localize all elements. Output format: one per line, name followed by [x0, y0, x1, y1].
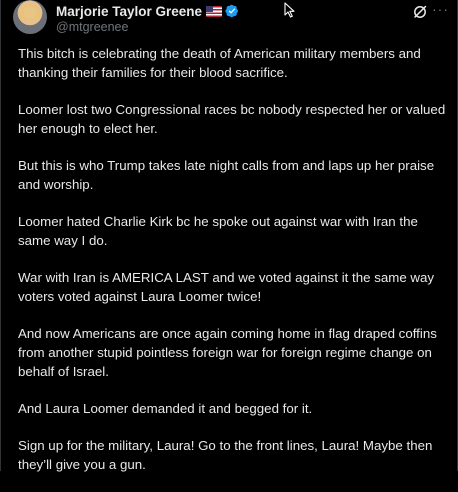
tweet-header: Marjorie Taylor Greene @mtgreenee ···: [1, 0, 458, 40]
tweet-paragraph: This bitch is celebrating the death of A…: [18, 46, 421, 80]
tweet-paragraph: Loomer hated Charlie Kirk bc he spoke ou…: [18, 214, 418, 248]
tweet-text: This bitch is celebrating the death of A…: [18, 44, 448, 492]
grok-icon[interactable]: [412, 4, 428, 20]
tweet-paragraph: Sign up for the military, Laura! Go to t…: [18, 438, 433, 472]
mouse-cursor-icon: [284, 2, 295, 18]
tweet-paragraph: And now Americans are once again coming …: [18, 326, 437, 379]
author-handle[interactable]: @mtgreenee: [56, 20, 128, 34]
tweet-paragraph: And Laura Loomer demanded it and begged …: [18, 401, 313, 416]
avatar[interactable]: [13, 0, 47, 34]
more-options-icon[interactable]: ···: [432, 2, 449, 16]
tweet-paragraph: But this is who Trump takes late night c…: [18, 158, 435, 192]
avatar-hair: [19, 4, 41, 20]
tweet-paragraph: War with Iran is AMERICA LAST and we vot…: [18, 270, 435, 304]
flag-us-icon: [206, 5, 223, 17]
verified-badge-icon: [225, 4, 239, 18]
author-display-name[interactable]: Marjorie Taylor Greene: [56, 4, 202, 19]
tweet-paragraph: Loomer lost two Congressional races bc n…: [18, 102, 446, 136]
tweet-card: Marjorie Taylor Greene @mtgreenee ··· Th…: [0, 0, 458, 472]
author-name-line: Marjorie Taylor Greene: [56, 2, 239, 20]
